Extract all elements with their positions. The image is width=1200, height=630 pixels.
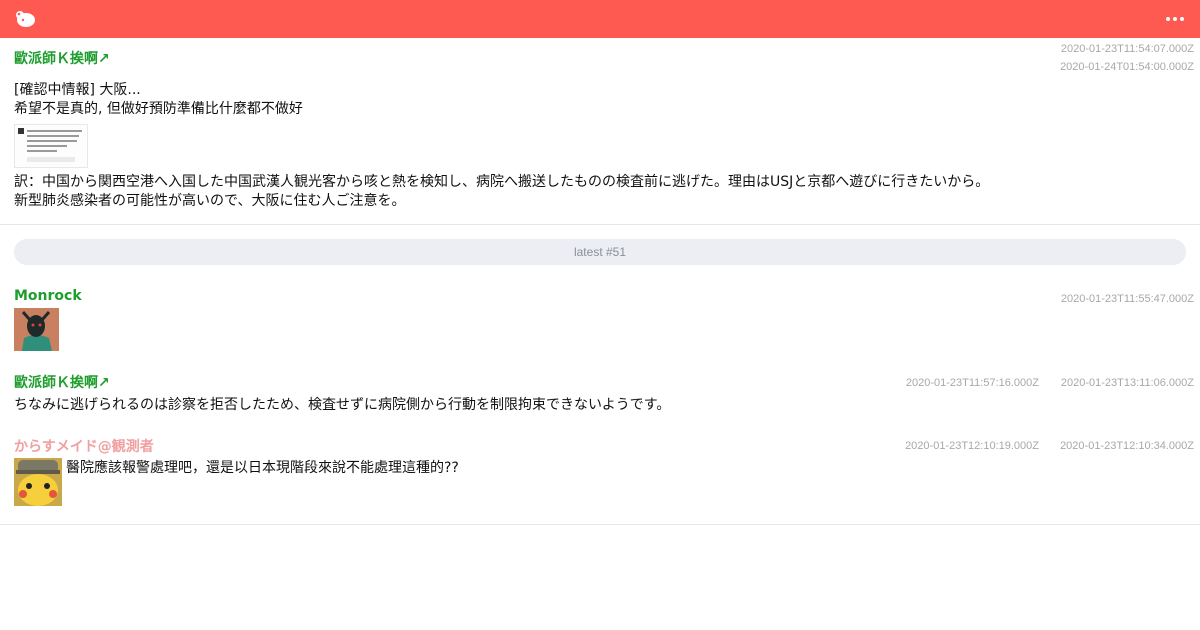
more-horizontal-icon xyxy=(1166,17,1170,21)
post-text-line: 訳：中国から関西空港へ入国した中国武漢人観光客から咳と熱を検知し、病院へ搬送した… xyxy=(14,174,990,190)
post-author[interactable]: Monrock xyxy=(14,288,82,304)
latest-responses-button[interactable]: latest #51 xyxy=(14,239,1186,265)
post-timestamp: 2020-01-23T11:57:16.000Z xyxy=(905,377,1039,389)
post-timestamp: 2020-01-23T11:55:47.000Z xyxy=(1060,293,1194,305)
post-author[interactable]: 歐派師Ｋ挨啊↗ xyxy=(14,48,110,68)
post-text-line: 希望不是真的, 但做好預防準備比什麼都不做好 xyxy=(14,101,303,117)
post-edited-timestamp: 2020-01-24T01:54:00.000Z xyxy=(1060,61,1194,73)
avatar[interactable] xyxy=(14,458,62,506)
post-author[interactable]: 歐派師Ｋ挨啊↗ xyxy=(14,372,110,392)
post-timestamp: 2020-01-23T11:54:07.000Z xyxy=(1060,43,1194,55)
post-author[interactable]: からすメイド@観測者 xyxy=(14,436,154,456)
divider xyxy=(0,524,1200,525)
post-edited-timestamp: 2020-01-23T12:10:34.000Z xyxy=(1060,440,1194,452)
screenshot-image xyxy=(15,125,87,167)
sheep-logo-icon[interactable] xyxy=(14,9,36,29)
pikachu-avatar-image xyxy=(14,458,62,506)
post-timestamp: 2020-01-23T12:10:19.000Z xyxy=(905,440,1039,452)
demon-avatar-image xyxy=(14,308,59,351)
more-menu-button[interactable] xyxy=(1166,12,1186,26)
top-bar xyxy=(0,0,1200,38)
avatar[interactable] xyxy=(14,308,59,351)
divider xyxy=(0,224,1200,225)
post-edited-timestamp: 2020-01-23T13:11:06.000Z xyxy=(1060,377,1194,389)
post-image-thumbnail[interactable] xyxy=(14,124,88,168)
post-text-line: [確認中情報] 大阪... xyxy=(14,82,141,98)
post-text-line: 新型肺炎感染者の可能性が高いので、大阪に住む人ご注意を。 xyxy=(14,193,406,209)
post-text-line: 醫院應該報警處理吧，還是以日本現階段來說不能處理這種的?? xyxy=(66,460,459,476)
post-text-line: ちなみに逃げられるのは診察を拒否したため、検査せずに病院側から行動を制限拘束でき… xyxy=(14,397,671,413)
